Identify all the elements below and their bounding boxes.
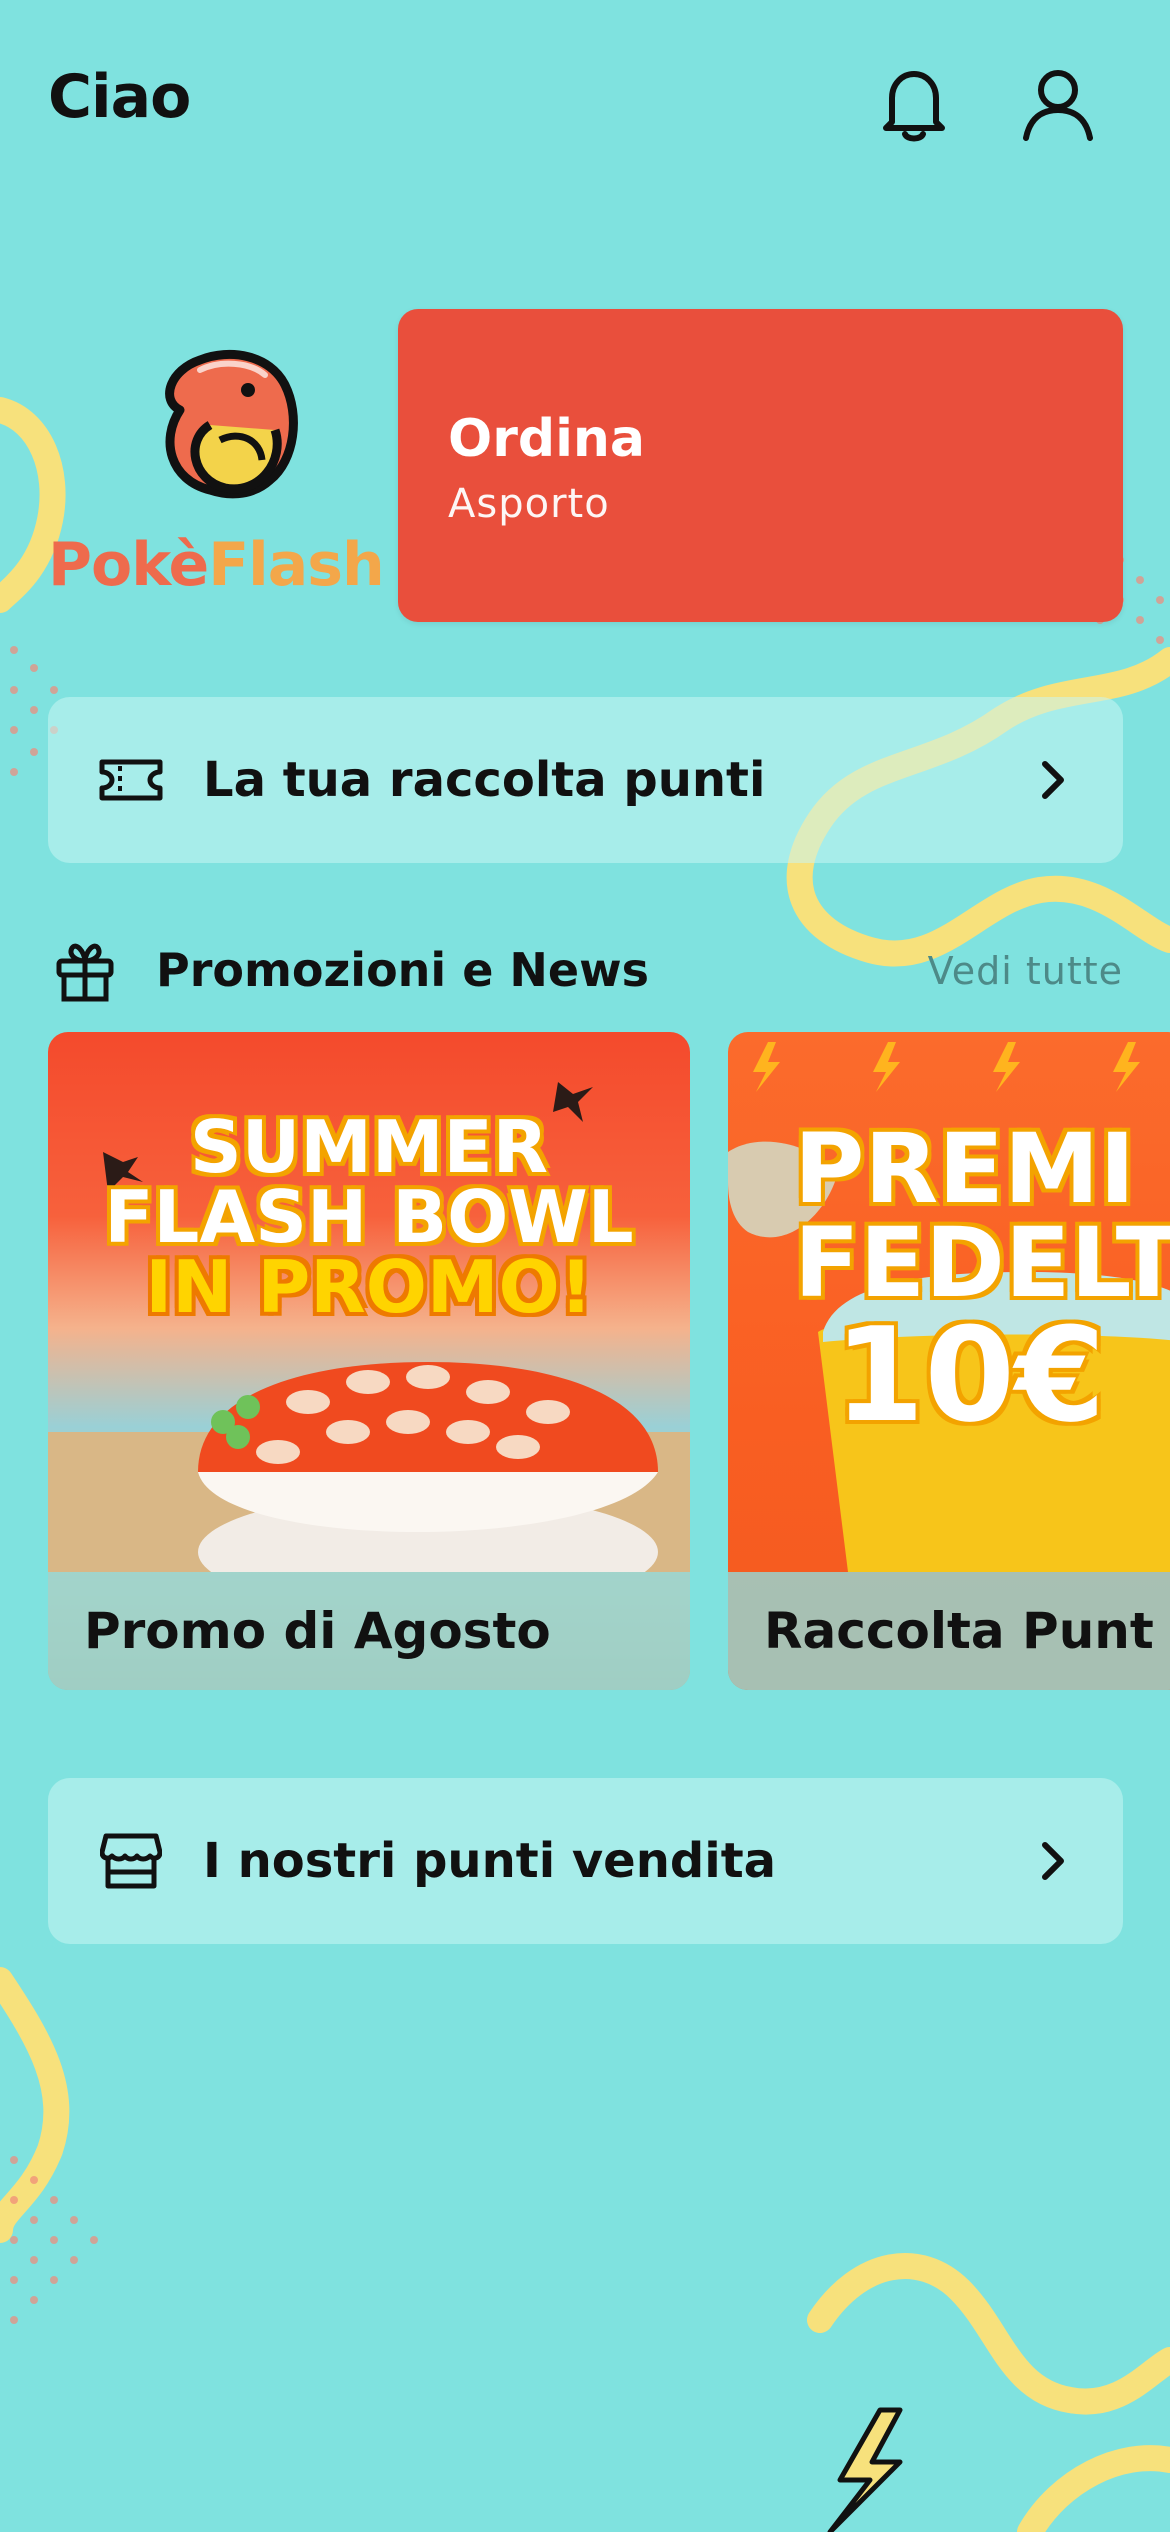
promo-headline-line3: IN PROMO! <box>145 1245 593 1329</box>
promo-headline-line1: SUMMER <box>189 1105 549 1189</box>
promo-headline-line1: PREMI <box>794 1113 1136 1225</box>
promo-label: Promo di Agosto <box>84 1602 551 1660</box>
promo-headline-line2: FLASH BOWL <box>104 1175 634 1259</box>
promo-headline: SUMMER FLASH BOWL IN PROMO! <box>48 1105 690 1329</box>
order-card-subtitle: Asporto <box>448 481 610 527</box>
order-takeaway-card[interactable]: Ordina Asporto <box>398 309 1123 622</box>
logo-wordmark: PokèFlash <box>48 530 385 600</box>
stores-row[interactable]: I nostri punti vendita <box>48 1778 1123 1944</box>
greeting-title: Ciao <box>48 62 191 132</box>
promo-headline: PREMI FEDELT 10€ <box>728 1113 1170 1451</box>
promo-headline-line2: FEDELT <box>794 1207 1170 1319</box>
top-bar: Ciao <box>0 0 1170 210</box>
fish-logo-icon <box>165 350 298 499</box>
store-icon <box>96 1831 166 1891</box>
promo-card[interactable]: SUMMER FLASH BOWL IN PROMO! Promo di Ago… <box>48 1032 690 1690</box>
promo-headline-line3: 10€ <box>834 1299 1106 1451</box>
logo-wordmark-part2: Flash <box>208 530 384 600</box>
bell-icon[interactable] <box>872 62 956 146</box>
promo-label: Raccolta Punt <box>764 1602 1154 1660</box>
ticket-icon <box>96 750 166 810</box>
logo-wordmark-part1: Pokè <box>48 530 209 600</box>
order-card-title: Ordina <box>448 409 646 469</box>
gift-icon <box>56 943 114 1002</box>
promo-label-bar: Raccolta Punt <box>728 1572 1170 1690</box>
promotions-header: Promozioni e News Vedi tutte <box>0 935 1170 1015</box>
user-icon[interactable] <box>1016 62 1100 146</box>
promotions-title: Promozioni e News <box>156 943 649 997</box>
see-all-link[interactable]: Vedi tutte <box>928 949 1123 993</box>
promo-card[interactable]: PREMI FEDELT 10€ Raccolta Punt <box>728 1032 1170 1690</box>
chevron-right-icon <box>1042 1842 1064 1880</box>
loyalty-points-label: La tua raccolta punti <box>203 752 766 808</box>
brand-logo: PokèFlash <box>40 330 385 600</box>
chevron-right-icon <box>1042 761 1064 799</box>
promo-label-bar: Promo di Agosto <box>48 1572 690 1690</box>
stores-label: I nostri punti vendita <box>203 1833 777 1889</box>
loyalty-points-row[interactable]: La tua raccolta punti <box>48 697 1123 863</box>
